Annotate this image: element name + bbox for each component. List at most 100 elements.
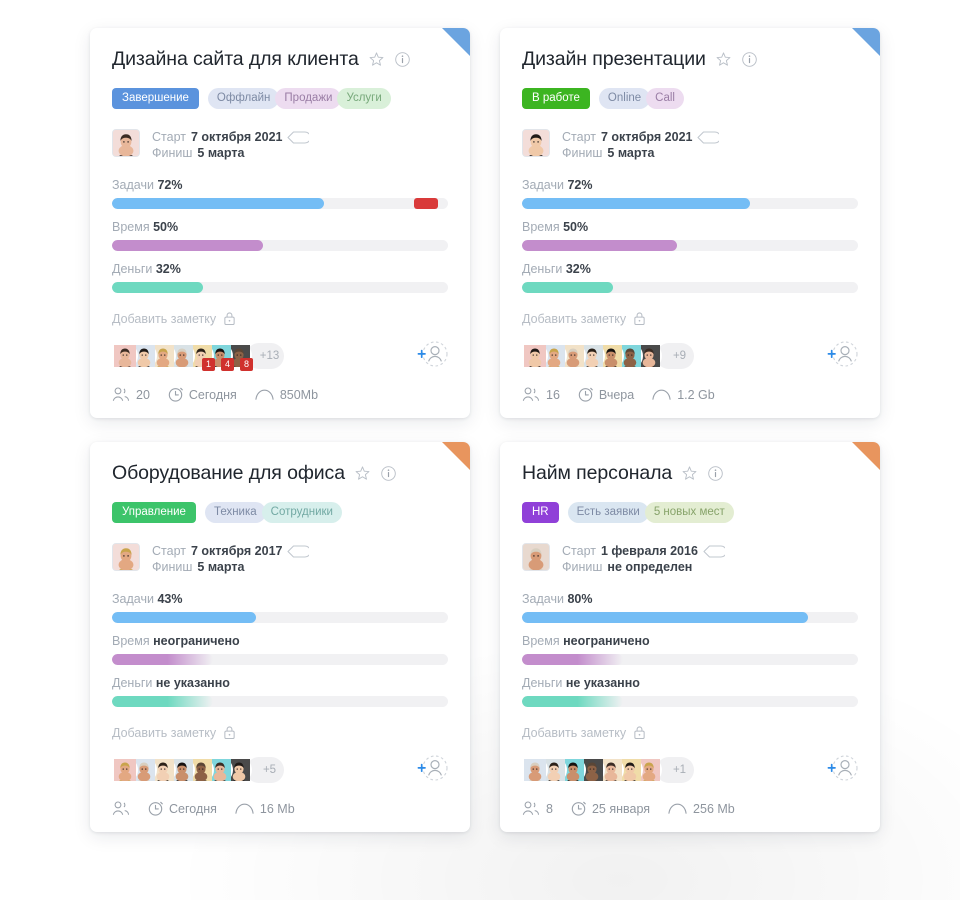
tag-chip[interactable]: Online [598, 88, 651, 109]
footer-updated: Сегодня [168, 387, 237, 402]
card-title: Оборудование для офиса [112, 462, 345, 484]
metric-bar-fill [112, 282, 203, 293]
card-title: Дизайна сайта для клиента [112, 48, 359, 70]
card-header: Дизайна сайта для клиента [112, 48, 448, 71]
metric-bar-track[interactable] [112, 282, 448, 293]
info-icon[interactable] [380, 465, 397, 482]
owner-avatar[interactable] [522, 543, 550, 571]
project-card[interactable]: Найм персонала HR Есть заявки 5 новых мест С… [500, 442, 880, 832]
footer-storage: 1.2 Gb [652, 388, 715, 402]
avatar[interactable] [522, 343, 548, 370]
lock-icon[interactable] [633, 725, 646, 740]
star-icon[interactable] [368, 51, 385, 68]
metric-bar-track[interactable] [522, 198, 858, 209]
metric-value: 72% [567, 178, 593, 192]
add-member-button[interactable] [414, 339, 448, 374]
add-member-button[interactable] [414, 753, 448, 788]
tag-chip[interactable]: Оффлайн [207, 88, 280, 109]
add-user-icon[interactable] [414, 339, 448, 369]
tag-chip[interactable]: Call [646, 88, 684, 109]
metric-bar-fill [522, 198, 751, 209]
metric-bar-track[interactable] [112, 612, 448, 623]
status-tag[interactable]: Управление [112, 502, 196, 523]
start-value: 7 октября 2017 [190, 544, 283, 558]
star-icon[interactable] [681, 465, 698, 482]
cloud-icon [255, 389, 274, 400]
footer-people-count: 20 [136, 387, 150, 402]
project-card[interactable]: Оборудование для офиса Управление Техника С… [90, 442, 470, 832]
status-tag[interactable]: Завершение [112, 88, 199, 109]
metric-label: Задачи 43% [112, 592, 448, 606]
info-icon[interactable] [707, 465, 724, 482]
tag-chip[interactable]: Продажи [275, 88, 342, 109]
date-pill-icon[interactable] [703, 544, 725, 558]
members-row: 1 4 8 +13 [112, 339, 448, 374]
metric-name: Время [112, 220, 150, 234]
metric-bar-track[interactable] [522, 282, 858, 293]
star-icon[interactable] [715, 51, 732, 68]
tag-chip[interactable]: Есть заявки [567, 502, 649, 523]
tag-chip[interactable]: 5 новых мест [644, 502, 734, 523]
owner-avatar[interactable] [522, 129, 550, 157]
metric-bar-track[interactable] [522, 696, 858, 707]
project-card[interactable]: Дизайна сайта для клиента Завершение Оффла… [90, 28, 470, 418]
add-member-button[interactable] [824, 339, 858, 374]
metric-value: неограничено [563, 634, 650, 648]
metric-bar-track[interactable] [522, 240, 858, 251]
star-icon[interactable] [354, 465, 371, 482]
status-tag[interactable]: HR [522, 502, 559, 523]
metric-label: Время 50% [522, 220, 858, 234]
metric-bar-track[interactable] [112, 696, 448, 707]
avatar-photo [114, 759, 136, 784]
add-note-row[interactable]: Добавить заметку [522, 311, 858, 326]
owner-avatar[interactable] [112, 129, 140, 157]
status-tag[interactable]: В работе [522, 88, 590, 109]
add-user-icon[interactable] [824, 753, 858, 783]
metric: Деньги 32% [522, 262, 858, 293]
add-note-row[interactable]: Добавить заметку [112, 725, 448, 740]
date-pill-icon[interactable] [287, 130, 310, 144]
owner-avatar[interactable] [112, 543, 140, 571]
tag-list: В работе Online Call [522, 88, 858, 109]
date-pill-icon[interactable] [697, 130, 720, 144]
add-note-label: Добавить заметку [112, 311, 217, 326]
avatar-badge: 1 [202, 358, 215, 371]
lock-icon[interactable] [223, 725, 236, 740]
tag-chip[interactable]: Техника [204, 502, 266, 523]
footer-updated-value: Сегодня [188, 387, 237, 402]
metric-bar-track[interactable] [112, 198, 448, 209]
add-note-row[interactable]: Добавить заметку [522, 725, 858, 740]
avatar[interactable] [522, 757, 548, 784]
metric-bar-track[interactable] [522, 612, 858, 623]
project-card[interactable]: Дизайн презентации В работе Online Call Стар… [500, 28, 880, 418]
metric-label: Деньги 32% [522, 262, 858, 276]
clock-icon [168, 387, 183, 402]
date-pill-icon[interactable] [287, 544, 310, 558]
card-corner-flag [442, 28, 470, 56]
metric-name: Деньги [522, 676, 563, 690]
metric-bar-track[interactable] [522, 654, 858, 665]
avatar[interactable] [112, 757, 138, 784]
avatar-stack: +5 [112, 757, 284, 784]
footer-updated: Сегодня [148, 801, 217, 816]
add-note-row[interactable]: Добавить заметку [112, 311, 448, 326]
tag-chip[interactable]: Сотрудники [261, 502, 342, 523]
add-user-icon[interactable] [414, 753, 448, 783]
lock-icon[interactable] [223, 311, 236, 326]
metric-bar-track[interactable] [112, 654, 448, 665]
metric-label: Время неограничено [522, 634, 858, 648]
card-corner-flag [442, 442, 470, 470]
tag-chip[interactable]: Услуги [337, 88, 391, 109]
info-icon[interactable] [741, 51, 758, 68]
lock-icon[interactable] [633, 311, 646, 326]
footer-people: 8 [522, 801, 553, 816]
add-member-button[interactable] [824, 753, 858, 788]
avatar[interactable] [112, 343, 138, 370]
footer-updated: 25 января [571, 801, 650, 816]
clock-icon [571, 801, 586, 816]
add-user-icon[interactable] [824, 339, 858, 369]
metric-bar-track[interactable] [112, 240, 448, 251]
metric-value: 43% [157, 592, 183, 606]
info-icon[interactable] [394, 51, 411, 68]
footer-people-count: 8 [546, 801, 553, 816]
